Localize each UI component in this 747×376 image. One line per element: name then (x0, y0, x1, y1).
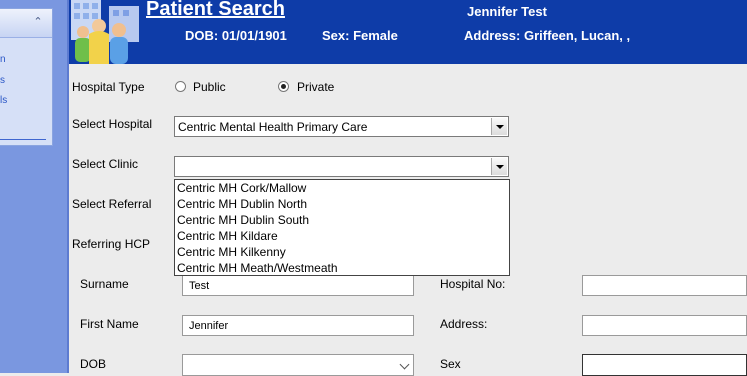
clinic-option[interactable]: Centric MH Cork/Mallow (177, 181, 306, 195)
dob-label: DOB (80, 357, 107, 371)
hospital-type-label: Hospital Type (72, 80, 145, 94)
sidebar-panel-header: ⌃ (0, 9, 52, 38)
clinic-dropdown-list: Centric MH Cork/Mallow Centric MH Dublin… (174, 179, 510, 276)
sidebar-divider (0, 139, 46, 140)
radio-selected-dot (281, 84, 286, 89)
public-radio-label[interactable]: Public (193, 80, 226, 94)
patient-dob: DOB: 01/01/1901 (185, 28, 287, 43)
private-radio-label[interactable]: Private (297, 80, 334, 94)
sidebar-panel: ⌃ n s ls (0, 8, 53, 146)
select-hospital-label: Select Hospital (72, 117, 153, 131)
hospital-no-input[interactable] (582, 275, 747, 296)
sidebar-link[interactable]: n (0, 54, 6, 65)
select-clinic-label: Select Clinic (72, 157, 139, 171)
select-referral-label: Select Referral (72, 197, 152, 211)
select-clinic-dropdown[interactable] (174, 156, 509, 177)
sidebar-link[interactable]: ls (0, 95, 7, 106)
first-name-input[interactable]: Jennifer (182, 315, 414, 336)
collapse-chevron-icon[interactable]: ⌃ (31, 15, 45, 29)
hospital-no-label: Hospital No: (440, 277, 506, 291)
clinic-option[interactable]: Centric MH Kildare (177, 229, 278, 243)
address-label: Address: (440, 317, 488, 331)
surname-label: Surname (80, 277, 129, 291)
dropdown-arrow-icon[interactable] (491, 158, 507, 175)
surname-value: Test (189, 280, 210, 292)
chevron-down-icon[interactable] (395, 356, 412, 375)
patient-sex: Sex: Female (322, 28, 398, 43)
private-radio[interactable] (278, 81, 289, 92)
first-name-label: First Name (80, 317, 139, 331)
address-input[interactable] (582, 315, 747, 336)
dropdown-arrow-icon[interactable] (491, 118, 507, 135)
first-name-value: Jennifer (189, 320, 229, 332)
referring-hcp-label: Referring HCP (72, 237, 151, 251)
header-banner: Patient Search Jennifer Test DOB: 01/01/… (69, 0, 747, 64)
sex-label: Sex (440, 357, 461, 371)
patients-building-logo-icon (69, 0, 144, 64)
clinic-option[interactable]: Centric MH Meath/Westmeath (177, 261, 338, 275)
clinic-option[interactable]: Centric MH Kilkenny (177, 245, 286, 259)
surname-input[interactable]: Test (182, 275, 414, 296)
clinic-option[interactable]: Centric MH Dublin South (177, 213, 309, 227)
patient-name: Jennifer Test (467, 4, 547, 19)
select-hospital-value: Centric Mental Health Primary Care (178, 120, 368, 134)
clinic-option[interactable]: Centric MH Dublin North (177, 197, 307, 211)
sidebar: ⌃ n s ls (0, 0, 67, 373)
patient-address: Address: Griffeen, Lucan, , (464, 28, 631, 43)
sidebar-link[interactable]: s (0, 75, 5, 86)
public-radio[interactable] (175, 81, 186, 92)
select-hospital-dropdown[interactable]: Centric Mental Health Primary Care (174, 116, 509, 137)
page-title: Patient Search (146, 0, 285, 20)
